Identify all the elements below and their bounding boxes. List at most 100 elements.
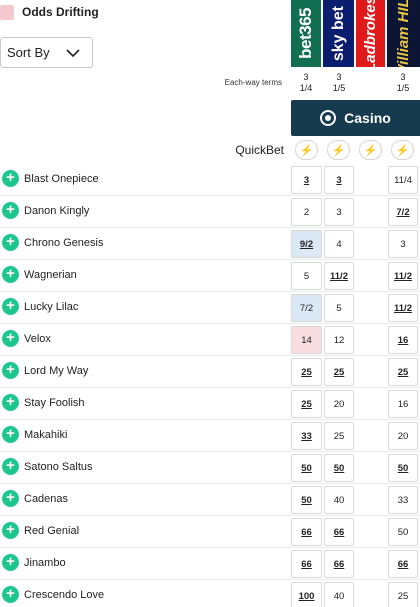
odds-cell[interactable]: 16 (388, 326, 418, 354)
odds-cell[interactable]: 25 (388, 582, 418, 607)
odds-cell[interactable]: 66 (324, 518, 354, 546)
casino-banner[interactable]: Casino (291, 100, 420, 136)
runner-name: Wagnerian (24, 269, 77, 281)
odds-cell[interactable]: 25 (291, 358, 322, 386)
odds-cell[interactable]: 50 (388, 518, 418, 546)
odds-cell[interactable]: 11/4 (388, 166, 418, 194)
add-to-betslip-icon[interactable]: + (2, 170, 19, 187)
odds-cell[interactable]: 40 (324, 486, 354, 514)
quickbet-toggle-bet365[interactable]: ⚡ (295, 140, 318, 160)
sort-by-label: Sort By (7, 45, 50, 60)
bookmaker-name: sky bet (329, 5, 347, 62)
runner-row: + Stay Foolish 25 20 16 (0, 388, 420, 420)
quickbet-toggle-williamhill[interactable]: ⚡ (391, 140, 414, 160)
odds-cell[interactable]: 20 (388, 422, 418, 450)
runner-row: + Jinambo 66 66 66 (0, 548, 420, 580)
bookmaker-name: bet365 (296, 8, 315, 59)
add-to-betslip-icon[interactable]: + (2, 234, 19, 251)
odds-cell[interactable]: 25 (324, 422, 354, 450)
ew-fraction: 1/5 (396, 83, 410, 93)
bookmaker-skybet-header[interactable]: sky bet (323, 0, 354, 67)
quickbet-toggle-skybet[interactable]: ⚡ (327, 140, 350, 160)
odds-cell[interactable]: 66 (324, 550, 354, 578)
runner-name: Red Genial (24, 525, 80, 537)
runner-name: Stay Foolish (24, 397, 85, 409)
odds-cell[interactable]: 20 (324, 390, 354, 418)
runner-name: Velox (24, 333, 51, 345)
odds-cell[interactable]: 3 (388, 230, 418, 258)
odds-cell[interactable]: 50 (388, 454, 418, 482)
runner-row: + Velox 14 12 16 (0, 324, 420, 356)
add-to-betslip-icon[interactable]: + (2, 586, 19, 603)
lightning-icon: ⚡ (299, 144, 314, 157)
odds-cell[interactable]: 4 (324, 230, 354, 258)
odds-cell[interactable]: 11/2 (324, 262, 354, 290)
odds-cell[interactable]: 11/2 (388, 294, 418, 322)
add-to-betslip-icon[interactable]: + (2, 202, 19, 219)
runner-row: + Red Genial 66 66 50 (0, 516, 420, 548)
lightning-icon: ⚡ (331, 144, 346, 157)
odds-cell[interactable]: 3 (291, 166, 322, 194)
runner-name: Satono Saltus (24, 461, 93, 473)
odds-cell[interactable]: 25 (291, 390, 322, 418)
runner-row: + Lord My Way 25 25 25 (0, 356, 420, 388)
runner-row: + Lucky Lilac 7/2 5 11/2 (0, 292, 420, 324)
odds-cell[interactable]: 5 (324, 294, 354, 322)
odds-cell[interactable]: 3 (324, 166, 354, 194)
chevron-down-icon (66, 48, 80, 57)
each-way-terms-williamhill: 3 1/5 (388, 72, 418, 94)
lightning-icon: ⚡ (363, 144, 378, 157)
odds-cell[interactable]: 40 (324, 582, 354, 607)
each-way-terms-bet365: 3 1/4 (291, 72, 321, 94)
odds-cell[interactable]: 66 (291, 518, 322, 546)
odds-cell[interactable]: 25 (324, 358, 354, 386)
add-to-betslip-icon[interactable]: + (2, 426, 19, 443)
odds-cell[interactable]: 14 (291, 326, 322, 354)
add-to-betslip-icon[interactable]: + (2, 330, 19, 347)
each-way-terms-label: Each-way terms (224, 78, 282, 87)
odds-cell[interactable]: 5 (291, 262, 322, 290)
runner-row: + Danon Kingly 2 3 7/2 (0, 196, 420, 228)
casino-label: Casino (344, 110, 391, 126)
odds-cell[interactable]: 7/2 (388, 198, 418, 226)
bookmaker-bet365-header[interactable]: bet365 (291, 0, 321, 67)
runner-row: + Cadenas 50 40 33 (0, 484, 420, 516)
odds-cell[interactable]: 16 (388, 390, 418, 418)
odds-cell[interactable]: 33 (388, 486, 418, 514)
add-to-betslip-icon[interactable]: + (2, 362, 19, 379)
add-to-betslip-icon[interactable]: + (2, 522, 19, 539)
odds-cell[interactable]: 11/2 (388, 262, 418, 290)
casino-chip-icon (320, 110, 337, 126)
add-to-betslip-icon[interactable]: + (2, 266, 19, 283)
bookmaker-name: Ladbrokes (362, 0, 379, 67)
add-to-betslip-icon[interactable]: + (2, 394, 19, 411)
sort-by-dropdown[interactable]: Sort By (0, 37, 93, 68)
runner-name: Makahiki (24, 429, 68, 441)
odds-cell[interactable]: 50 (324, 454, 354, 482)
ew-fraction: 1/4 (299, 83, 313, 93)
odds-cell[interactable]: 7/2 (291, 294, 322, 322)
add-to-betslip-icon[interactable]: + (2, 298, 19, 315)
quickbet-toggle-ladbrokes[interactable]: ⚡ (359, 140, 382, 160)
ew-places: 3 (303, 72, 309, 82)
runner-row: + Crescendo Love 100 40 25 (0, 580, 420, 607)
odds-cell[interactable]: 50 (291, 454, 322, 482)
odds-cell[interactable]: 66 (388, 550, 418, 578)
ew-places: 3 (400, 72, 406, 82)
odds-cell[interactable]: 2 (291, 198, 322, 226)
runner-row: + Makahiki 33 25 20 (0, 420, 420, 452)
add-to-betslip-icon[interactable]: + (2, 490, 19, 507)
add-to-betslip-icon[interactable]: + (2, 458, 19, 475)
odds-cell[interactable]: 3 (324, 198, 354, 226)
bookmaker-williamhill-header[interactable]: William HILL (387, 0, 420, 67)
odds-cell[interactable]: 33 (291, 422, 322, 450)
runner-name: Danon Kingly (24, 205, 90, 217)
odds-cell[interactable]: 100 (291, 582, 322, 607)
odds-cell[interactable]: 9/2 (291, 230, 322, 258)
odds-cell[interactable]: 12 (324, 326, 354, 354)
odds-cell[interactable]: 66 (291, 550, 322, 578)
odds-cell[interactable]: 25 (388, 358, 418, 386)
odds-cell[interactable]: 50 (291, 486, 322, 514)
add-to-betslip-icon[interactable]: + (2, 554, 19, 571)
bookmaker-ladbrokes-header[interactable]: Ladbrokes (356, 0, 385, 67)
